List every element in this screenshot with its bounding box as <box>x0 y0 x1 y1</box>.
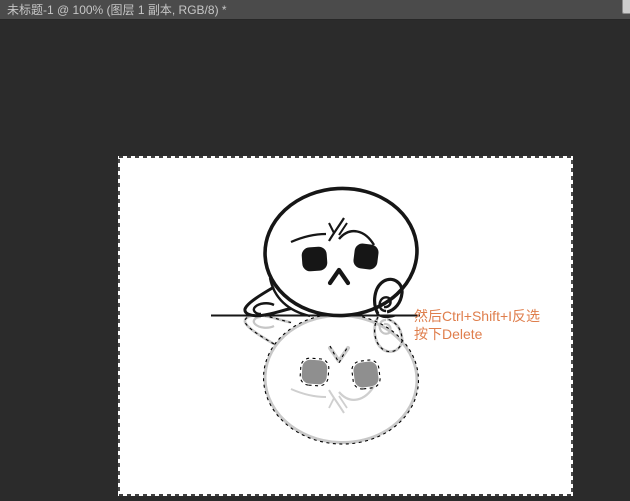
character-group <box>211 185 420 320</box>
annotation-line-2: 按下Delete <box>414 325 572 343</box>
photoshop-window: 未标题-1 @ 100% (图层 1 副本, RGB/8) * <box>0 0 630 501</box>
annotation-line-1: 然后Ctrl+Shift+I反选 <box>414 307 572 325</box>
right-eye <box>353 243 380 271</box>
document-tab[interactable]: 未标题-1 @ 100% (图层 1 副本, RGB/8) * <box>0 0 630 20</box>
scrollbar-thumb[interactable] <box>622 0 630 14</box>
canvas-workspace: 然后Ctrl+Shift+I反选 按下Delete <box>0 21 630 501</box>
document-canvas[interactable]: 然后Ctrl+Shift+I反选 按下Delete <box>118 156 573 496</box>
document-title: 未标题-1 @ 100% (图层 1 副本, RGB/8) * <box>7 3 227 17</box>
left-eye <box>301 246 328 272</box>
annotation-text: 然后Ctrl+Shift+I反选 按下Delete <box>414 307 572 343</box>
character-head <box>262 185 420 320</box>
